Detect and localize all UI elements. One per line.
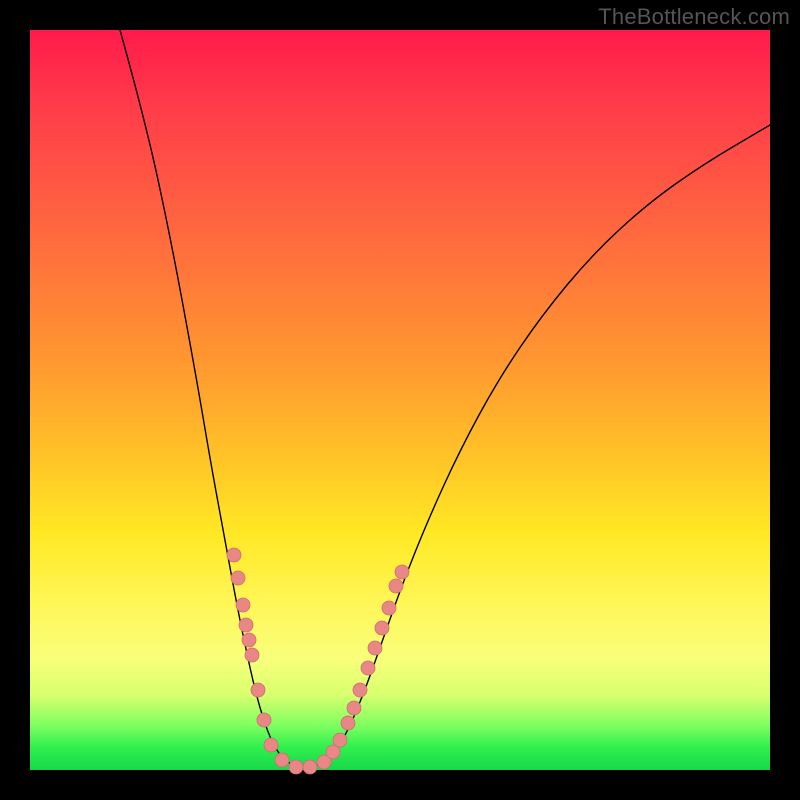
bead xyxy=(289,760,303,774)
bead xyxy=(231,571,245,585)
bead xyxy=(303,760,317,774)
bead xyxy=(341,716,355,730)
bead xyxy=(361,661,375,675)
chart-svg xyxy=(30,30,770,770)
watermark-text: TheBottleneck.com xyxy=(598,4,790,30)
chart-frame: TheBottleneck.com xyxy=(0,0,800,800)
chart-plot-area xyxy=(30,30,770,770)
bead xyxy=(242,633,256,647)
bead xyxy=(368,641,382,655)
bead xyxy=(227,548,241,562)
curve-path xyxy=(120,30,770,767)
bead xyxy=(333,733,347,747)
beads-left xyxy=(227,548,317,774)
bead xyxy=(275,753,289,767)
bead xyxy=(239,618,253,632)
bead xyxy=(395,565,409,579)
bead xyxy=(375,621,389,635)
bead xyxy=(353,683,367,697)
bead xyxy=(245,648,259,662)
bead xyxy=(326,745,340,759)
bead xyxy=(389,579,403,593)
bead xyxy=(382,601,396,615)
beads-right xyxy=(317,565,409,769)
bead xyxy=(264,738,278,752)
bead xyxy=(257,713,271,727)
bead xyxy=(347,701,361,715)
bead xyxy=(236,598,250,612)
bead xyxy=(251,683,265,697)
